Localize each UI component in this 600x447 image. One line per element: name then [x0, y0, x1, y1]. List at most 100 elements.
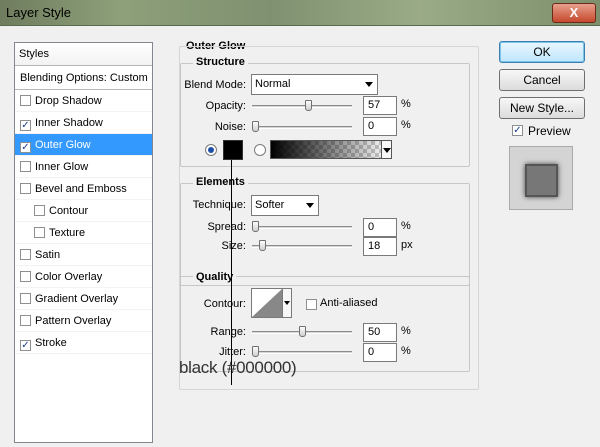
- style-item-contour[interactable]: Contour: [15, 200, 152, 222]
- preview-square: [525, 164, 558, 197]
- style-item-label: Outer Glow: [35, 139, 91, 151]
- spread-unit: %: [401, 220, 411, 232]
- glow-color-swatch[interactable]: [223, 140, 243, 160]
- spread-slider-thumb[interactable]: [252, 221, 259, 232]
- blend-mode-dropdown[interactable]: Normal: [251, 74, 378, 95]
- style-item-label: Texture: [49, 227, 86, 239]
- check-icon: ✓: [21, 120, 30, 131]
- spread-input[interactable]: 0: [363, 218, 397, 237]
- blend-mode-value: Normal: [255, 78, 291, 90]
- style-item-label: Drop Shadow: [35, 95, 102, 107]
- style-checkbox[interactable]: [34, 227, 45, 238]
- title-bar: Layer Style X: [0, 0, 600, 26]
- noise-label: Noise:: [214, 121, 246, 133]
- jitter-slider[interactable]: [252, 351, 352, 354]
- noise-slider-thumb[interactable]: [252, 121, 259, 132]
- technique-label: Technique:: [192, 199, 246, 211]
- size-input[interactable]: 18: [363, 237, 397, 256]
- style-item-label: Gradient Overlay: [35, 293, 119, 305]
- style-item-drop-shadow[interactable]: Drop Shadow: [15, 90, 152, 112]
- check-icon: ✓: [513, 125, 522, 136]
- chevron-down-icon: [306, 203, 314, 208]
- style-checkbox[interactable]: ✓: [20, 142, 31, 153]
- style-checkbox[interactable]: [20, 95, 31, 106]
- technique-value: Softer: [255, 199, 285, 211]
- spread-label: Spread:: [207, 221, 246, 233]
- size-unit: px: [401, 239, 413, 251]
- structure-legend: Structure: [193, 56, 248, 68]
- style-item-inner-glow[interactable]: Inner Glow: [15, 156, 152, 178]
- preview-thumbnail: [509, 146, 573, 210]
- style-item-bevel-and-emboss[interactable]: Bevel and Emboss: [15, 178, 152, 200]
- range-label: Range:: [210, 326, 246, 338]
- size-slider[interactable]: [252, 245, 352, 248]
- size-slider-thumb[interactable]: [258, 240, 266, 251]
- contour-dropdown-icon[interactable]: [282, 288, 292, 318]
- style-item-inner-shadow[interactable]: ✓ Inner Shadow: [15, 112, 152, 134]
- style-item-label: Bevel and Emboss: [35, 183, 127, 195]
- opacity-slider-thumb[interactable]: [305, 100, 312, 111]
- style-item-color-overlay[interactable]: Color Overlay: [15, 266, 152, 288]
- style-checkbox[interactable]: [20, 249, 31, 260]
- close-icon: X: [569, 5, 579, 20]
- style-checkbox[interactable]: [34, 205, 45, 216]
- jitter-unit: %: [401, 345, 411, 357]
- preview-label: Preview: [528, 124, 571, 138]
- style-checkbox[interactable]: [20, 271, 31, 282]
- anti-aliased-label: Anti-aliased: [320, 297, 378, 309]
- contour-picker[interactable]: [251, 288, 283, 318]
- size-label: Size:: [221, 240, 246, 252]
- close-button[interactable]: X: [552, 3, 596, 23]
- styles-list: Styles Blending Options: Custom Drop Sha…: [14, 42, 153, 443]
- style-checkbox[interactable]: [20, 293, 31, 304]
- gradient-dropdown-icon[interactable]: [381, 140, 392, 159]
- jitter-slider-thumb[interactable]: [252, 346, 259, 357]
- range-input[interactable]: 50: [363, 323, 397, 342]
- quality-legend: Quality: [193, 271, 237, 283]
- style-item-gradient-overlay[interactable]: Gradient Overlay: [15, 288, 152, 310]
- contour-curve-icon: [252, 289, 282, 317]
- contour-label: Contour:: [203, 298, 246, 310]
- range-unit: %: [401, 325, 411, 337]
- style-item-label: Pattern Overlay: [35, 315, 112, 327]
- ok-button[interactable]: OK: [499, 41, 585, 63]
- style-item-satin[interactable]: Satin: [15, 244, 152, 266]
- blend-mode-label: Blend Mode:: [184, 79, 246, 91]
- jitter-input[interactable]: 0: [363, 343, 397, 362]
- noise-unit: %: [401, 119, 411, 131]
- chevron-down-icon: [365, 82, 373, 87]
- range-slider-thumb[interactable]: [298, 326, 306, 337]
- style-item-texture[interactable]: Texture: [15, 222, 152, 244]
- opacity-label: Opacity:: [205, 100, 246, 112]
- cancel-button[interactable]: Cancel: [499, 69, 585, 91]
- gradient-radio[interactable]: [254, 144, 266, 156]
- spread-slider[interactable]: [252, 226, 352, 229]
- new-style-button[interactable]: New Style...: [499, 97, 585, 119]
- preview-checkbox[interactable]: ✓: [512, 125, 523, 136]
- style-checkbox[interactable]: [20, 161, 31, 172]
- elements-legend: Elements: [193, 176, 248, 188]
- technique-dropdown[interactable]: Softer: [251, 195, 319, 216]
- noise-input[interactable]: 0: [363, 117, 397, 136]
- style-checkbox[interactable]: ✓: [20, 340, 31, 351]
- noise-slider[interactable]: [252, 126, 352, 129]
- style-checkbox[interactable]: ✓: [20, 120, 31, 131]
- style-item-outer-glow[interactable]: ✓ Outer Glow: [15, 134, 152, 156]
- jitter-label: Jitter:: [219, 346, 246, 358]
- blending-options-item[interactable]: Blending Options: Custom: [15, 66, 152, 90]
- opacity-input[interactable]: 57: [363, 96, 397, 115]
- gradient-picker[interactable]: [270, 140, 390, 159]
- anti-aliased-checkbox[interactable]: [306, 299, 317, 310]
- style-checkbox[interactable]: [20, 183, 31, 194]
- styles-header[interactable]: Styles: [15, 43, 152, 66]
- solid-color-radio[interactable]: [205, 144, 217, 156]
- style-checkbox[interactable]: [20, 315, 31, 326]
- style-item-stroke[interactable]: ✓ Stroke: [15, 332, 152, 354]
- window-title: Layer Style: [6, 5, 72, 20]
- style-item-label: Inner Glow: [35, 161, 89, 173]
- style-item-label: Color Overlay: [35, 271, 103, 283]
- style-item-label: Contour: [49, 205, 89, 217]
- opacity-slider[interactable]: [252, 105, 352, 108]
- style-item-pattern-overlay[interactable]: Pattern Overlay: [15, 310, 152, 332]
- check-icon: ✓: [21, 340, 30, 351]
